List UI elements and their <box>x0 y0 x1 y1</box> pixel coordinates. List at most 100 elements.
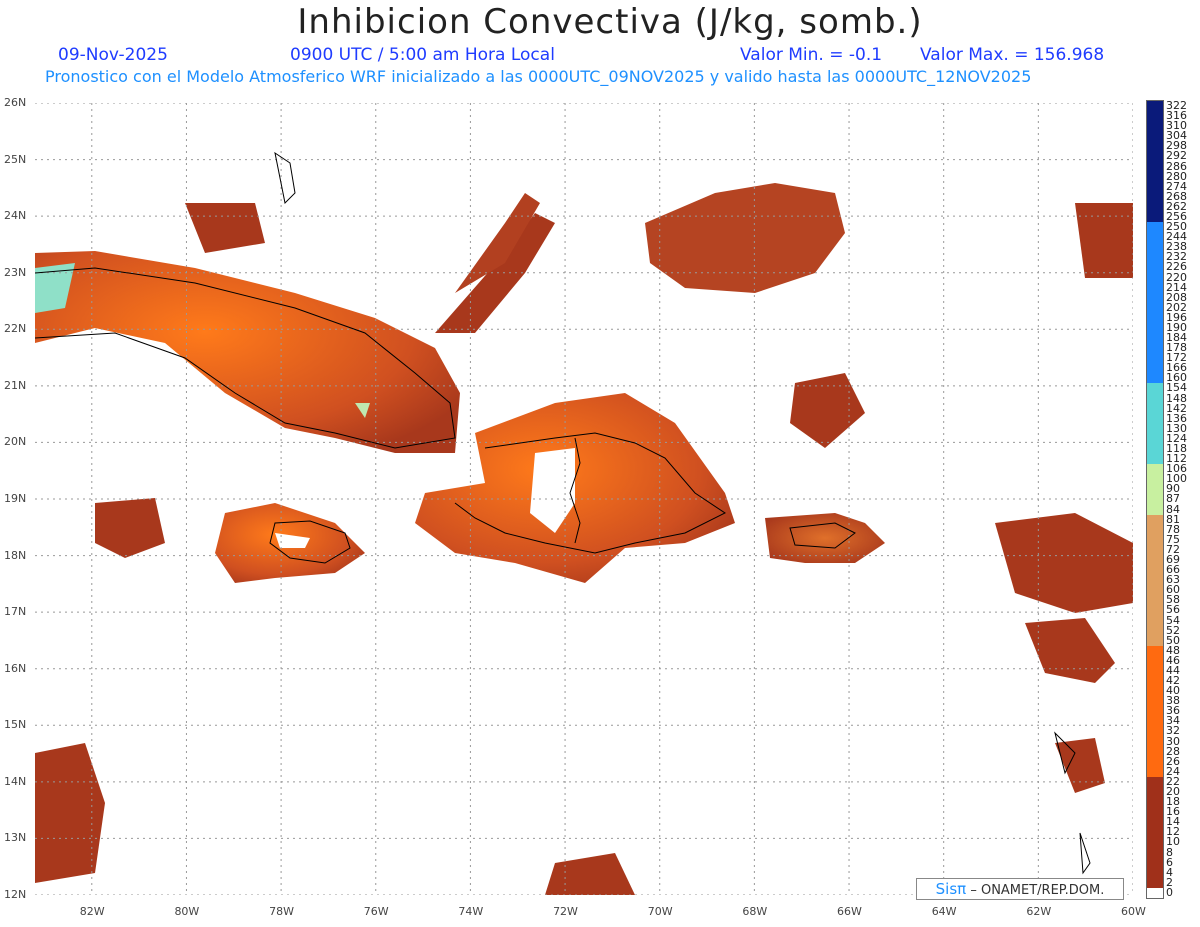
lat-tick-label: 19N <box>4 492 27 505</box>
legend-swatch <box>1147 252 1163 263</box>
sispi-logo: Sisπ <box>935 880 967 898</box>
legend-swatch <box>1147 847 1163 859</box>
legend-swatch <box>1147 474 1163 485</box>
min-value-label: Valor Min. = -0.1 <box>740 45 883 65</box>
lon-tick-label: 62W <box>1026 905 1052 918</box>
legend-swatch <box>1147 575 1163 586</box>
legend-swatch <box>1147 655 1163 667</box>
legend-swatch <box>1147 807 1163 818</box>
date-label: 09-Nov-2025 <box>58 45 168 65</box>
legend-swatch <box>1147 423 1163 435</box>
legend-swatch <box>1147 524 1163 536</box>
lat-tick-label: 24N <box>4 209 27 223</box>
legend-swatch <box>1147 232 1163 243</box>
legend-swatch <box>1147 776 1163 788</box>
legend-swatch <box>1147 887 1163 899</box>
legend-swatch <box>1147 534 1163 546</box>
legend-swatch <box>1147 625 1163 637</box>
legend-swatch <box>1147 141 1163 152</box>
legend-swatch <box>1147 191 1163 203</box>
lon-tick-label: 76W <box>363 905 389 918</box>
legend-swatch <box>1147 161 1163 173</box>
credit-text: – ONAMET/REP.DOM. <box>970 883 1105 898</box>
legend-swatch <box>1147 413 1163 425</box>
color-scale-legend <box>1146 100 1164 899</box>
legend-swatch <box>1147 242 1163 253</box>
lon-tick-label: 66W <box>837 905 862 918</box>
legend-swatch <box>1147 121 1163 132</box>
lat-tick-label: 12N <box>4 888 27 901</box>
legend-swatch <box>1147 272 1163 284</box>
max-value-label: Valor Max. = 156.968 <box>920 45 1105 65</box>
legend-swatch <box>1147 837 1163 849</box>
lat-tick-label: 14N <box>4 774 27 788</box>
legend-swatch <box>1147 797 1163 808</box>
legend-swatch <box>1147 565 1163 576</box>
lon-tick-label: 82W <box>79 905 105 918</box>
legend-swatch <box>1147 322 1163 334</box>
legend-swatch <box>1147 686 1163 697</box>
legend-swatch <box>1147 615 1163 627</box>
legend-swatch <box>1147 554 1163 566</box>
legend-swatch <box>1147 595 1163 606</box>
legend-swatch <box>1147 151 1163 163</box>
legend-swatch <box>1147 363 1163 374</box>
legend-swatch <box>1147 222 1163 233</box>
legend-swatch <box>1147 312 1163 324</box>
legend-label: 0 <box>1166 885 1173 899</box>
legend-swatch <box>1147 706 1163 717</box>
legend-swatch <box>1147 211 1163 223</box>
model-subtitle: Pronostico con el Modelo Atmosferico WRF… <box>45 67 1032 86</box>
legend-swatch <box>1147 827 1163 838</box>
legend-swatch <box>1147 444 1163 455</box>
cin-field-layer <box>35 183 1133 895</box>
legend-swatch <box>1147 454 1163 465</box>
lon-tick-label: 64W <box>931 905 957 918</box>
legend-swatch <box>1147 201 1163 213</box>
legend-swatch <box>1147 181 1163 193</box>
legend-swatch <box>1147 373 1163 384</box>
legend-swatch <box>1147 665 1163 677</box>
lat-tick-label: 23N <box>4 265 27 279</box>
legend-swatch <box>1147 867 1163 879</box>
legend-swatch <box>1147 696 1163 707</box>
legend-swatch <box>1147 857 1163 869</box>
lon-tick-label: 60W <box>1121 905 1146 918</box>
legend-swatch <box>1147 302 1163 314</box>
lon-tick-label: 68W <box>742 905 768 918</box>
legend-swatch <box>1147 605 1163 616</box>
legend-swatch <box>1147 464 1163 475</box>
legend-swatch <box>1147 746 1163 758</box>
lon-tick-label: 74W <box>458 905 484 918</box>
lat-tick-label: 16N <box>4 661 27 675</box>
legend-swatch <box>1147 716 1163 727</box>
legend-swatch <box>1147 504 1163 516</box>
legend-swatch <box>1147 585 1163 596</box>
legend-swatch <box>1147 262 1163 273</box>
legend-swatch <box>1147 514 1163 526</box>
lon-tick-label: 80W <box>174 905 200 918</box>
legend-swatch <box>1147 645 1163 657</box>
legend-swatch <box>1147 787 1163 798</box>
legend-swatch <box>1147 726 1163 738</box>
time-label: 0900 UTC / 5:00 am Hora Local <box>290 45 555 65</box>
legend-swatch <box>1147 131 1163 142</box>
legend-swatch <box>1147 635 1163 647</box>
legend-swatch <box>1147 343 1163 354</box>
legend-swatch <box>1147 494 1163 506</box>
lat-tick-label: 20N <box>4 435 27 449</box>
cin-map <box>35 103 1133 895</box>
legend-swatch <box>1147 544 1163 556</box>
legend-swatch <box>1147 292 1163 304</box>
lat-tick-label: 21N <box>4 378 27 392</box>
legend-swatch <box>1147 736 1163 748</box>
legend-swatch <box>1147 403 1163 415</box>
lat-tick-label: 18N <box>4 548 27 562</box>
legend-swatch <box>1147 676 1163 687</box>
legend-swatch <box>1147 333 1163 344</box>
lat-tick-label: 13N <box>4 831 27 845</box>
lat-tick-label: 26N <box>4 96 27 109</box>
lon-tick-label: 70W <box>647 905 673 918</box>
legend-swatch <box>1147 766 1163 778</box>
legend-swatch <box>1147 282 1163 294</box>
